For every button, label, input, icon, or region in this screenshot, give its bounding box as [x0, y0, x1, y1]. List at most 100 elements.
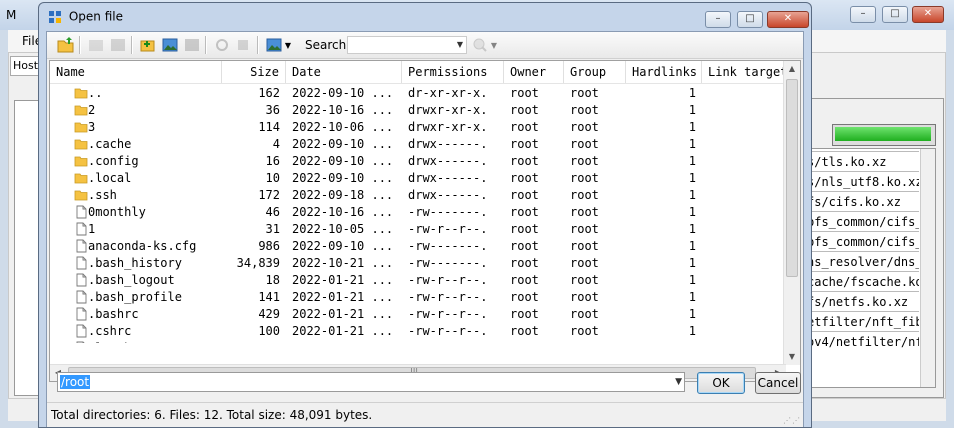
- status-bar: Total directories: 6. Files: 12. Total s…: [47, 402, 803, 427]
- cell-perms: drwx------.: [408, 154, 488, 168]
- minimize-button[interactable]: –: [705, 11, 731, 28]
- table-row[interactable]: 3 114 2022-10-06 ... drwxr-xr-x. root root 1: [50, 119, 790, 136]
- resize-grip-icon[interactable]: ⋰⋰: [783, 416, 801, 425]
- cell-name: ..: [88, 86, 103, 100]
- cell-perms: -rw-------.: [408, 205, 488, 219]
- vertical-scrollbar[interactable]: ▲ ▼: [783, 61, 800, 365]
- background-list-item[interactable]: ns_resolver/dns_: [807, 251, 919, 272]
- folder-icon: [74, 105, 88, 116]
- path-combobox[interactable]: /root ▼: [57, 372, 685, 392]
- path-dropdown-icon[interactable]: ▼: [675, 375, 682, 389]
- scroll-down-icon[interactable]: ▼: [784, 349, 800, 365]
- file-rows: .. 162 2022-09-10 ... dr-xr-xr-x. root root 1 2…: [50, 85, 790, 343]
- file-icon: [76, 205, 87, 219]
- search-options-icon[interactable]: ▼: [489, 36, 499, 54]
- background-list-scrollbar[interactable]: [920, 149, 935, 387]
- background-list-item[interactable]: fs/cifs.ko.xz: [807, 191, 919, 212]
- cell-name: .ssh: [88, 188, 117, 202]
- maximize-button[interactable]: □: [737, 11, 763, 28]
- cell-size: 36: [265, 103, 280, 117]
- table-row[interactable]: .ssh 172 2022-09-18 ... drwx------. root root…: [50, 187, 790, 204]
- column-date[interactable]: Date: [286, 61, 402, 83]
- cell-perms: -rw-r--r--.: [408, 222, 488, 236]
- cell-owner: root: [510, 137, 539, 151]
- table-row[interactable]: .config 16 2022-09-10 ... drwx------. root ro…: [50, 153, 790, 170]
- cell-links: 1: [688, 137, 696, 151]
- table-row[interactable]: .. 162 2022-09-10 ... dr-xr-xr-x. root root 1: [50, 85, 790, 102]
- background-list-item[interactable]: ov4/netfilter/nf: [807, 331, 919, 352]
- table-row[interactable]: 1 31 2022-10-05 ... -rw-r--r--. root root 1: [50, 221, 790, 238]
- cell-links: 1: [688, 205, 696, 219]
- cell-group: root: [570, 256, 599, 270]
- bg-minimize-button[interactable]: –: [850, 6, 876, 23]
- copy-icon[interactable]: [235, 36, 253, 54]
- background-list-item[interactable]: bfs_common/cifs_: [807, 231, 919, 252]
- cell-owner: root: [510, 324, 539, 338]
- search-label: Search:: [305, 38, 351, 52]
- table-row[interactable]: .bash_logout 18 2022-01-21 ... -rw-r--r--. r…: [50, 272, 790, 289]
- cell-date: 2022-09-18 ...: [292, 188, 394, 202]
- new-folder-icon[interactable]: [87, 36, 105, 54]
- background-list-item[interactable]: etfilter/nft_fib: [807, 311, 919, 332]
- table-row[interactable]: .bash_profile 141 2022-01-21 ... -rw-r--r--…: [50, 289, 790, 306]
- column-group[interactable]: Group: [564, 61, 626, 83]
- table-row[interactable]: 0monthly 46 2022-10-16 ... -rw-------. root r…: [50, 204, 790, 221]
- cell-size: 114: [258, 120, 280, 134]
- close-button[interactable]: ✕: [767, 11, 809, 28]
- background-list-item[interactable]: bfs_common/cifs_: [807, 211, 919, 232]
- background-file-list[interactable]: s/tls.ko.xz s/nls_utf8.ko.xz fs/cifs.ko.xz…: [806, 148, 936, 388]
- thumbnail-icon[interactable]: [183, 36, 201, 54]
- status-text: Total directories: 6. Files: 12. Total s…: [51, 408, 373, 422]
- table-row[interactable]: .cache 4 2022-09-10 ... drwx------. root root…: [50, 136, 790, 153]
- background-list-item[interactable]: s/nls_utf8.ko.xz: [807, 171, 919, 192]
- table-row[interactable]: .lesshst 550 2022-10-21 ... -rw-------. root…: [50, 340, 790, 343]
- path-value[interactable]: /root: [60, 375, 91, 389]
- cell-name: .bash_logout: [88, 273, 175, 287]
- toolbar-separator: [257, 36, 259, 54]
- cell-size: 550: [222, 340, 280, 343]
- column-permissions[interactable]: Permissions: [402, 61, 504, 83]
- table-row[interactable]: anaconda-ks.cfg 986 2022-09-10 ... -rw-----…: [50, 238, 790, 255]
- cell-owner: root: [510, 171, 539, 185]
- column-owner[interactable]: Owner: [504, 61, 564, 83]
- column-hardlinks[interactable]: Hardlinks: [626, 61, 702, 83]
- ok-button[interactable]: OK: [697, 372, 745, 394]
- refresh-icon[interactable]: [213, 36, 231, 54]
- column-name[interactable]: Name: [50, 61, 222, 83]
- background-list-item[interactable]: cache/fscache.ko: [807, 271, 919, 292]
- cell-owner: root: [510, 188, 539, 202]
- column-link-target[interactable]: Link target: [702, 61, 790, 83]
- view-mode-icon[interactable]: [265, 36, 283, 54]
- table-row[interactable]: .bashrc 429 2022-01-21 ... -rw-r--r--. root r…: [50, 306, 790, 323]
- properties-icon[interactable]: [109, 36, 127, 54]
- folder-icon: [74, 156, 88, 167]
- table-row[interactable]: .bash_history 34,839 2022-10-21 ... -rw----…: [50, 255, 790, 272]
- table-row[interactable]: 2 36 2022-10-16 ... drwxr-xr-x. root root 1: [50, 102, 790, 119]
- cell-links: 1: [688, 154, 696, 168]
- up-folder-icon[interactable]: [57, 36, 75, 54]
- cell-name: .bashrc: [88, 307, 139, 321]
- file-list[interactable]: Name Size Date Permissions Owner Group H…: [49, 60, 801, 382]
- search-go-icon[interactable]: [471, 36, 489, 54]
- table-row[interactable]: .local 10 2022-09-10 ... drwx------. root roo…: [50, 170, 790, 187]
- column-size[interactable]: Size: [222, 61, 286, 83]
- scroll-up-icon[interactable]: ▲: [784, 61, 800, 77]
- bg-close-button[interactable]: ✕: [912, 6, 944, 23]
- image-view-icon[interactable]: [161, 36, 179, 54]
- search-dropdown-icon[interactable]: ▼: [453, 36, 467, 54]
- bg-maximize-button[interactable]: □: [882, 6, 908, 23]
- background-list-item[interactable]: fs/netfs.ko.xz: [807, 291, 919, 312]
- cell-perms: -rw-r--r--.: [408, 307, 488, 321]
- cancel-button[interactable]: Cancel: [755, 372, 801, 394]
- dialog-body: ▼ Search: ▼ ▼ Name Size Date Permissions…: [46, 31, 804, 427]
- file-icon: [76, 324, 87, 338]
- table-row[interactable]: .cshrc 100 2022-01-21 ... -rw-r--r--. root ro…: [50, 323, 790, 340]
- view-mode-dropdown-icon[interactable]: ▼: [283, 36, 293, 54]
- search-input[interactable]: [347, 36, 467, 54]
- vertical-scroll-thumb[interactable]: [786, 79, 798, 277]
- add-folder-icon[interactable]: [139, 36, 157, 54]
- background-list-item[interactable]: s/tls.ko.xz: [807, 151, 919, 172]
- cell-perms: -rw-r--r--.: [408, 290, 488, 304]
- cell-links: 1: [688, 273, 696, 287]
- cell-group: root: [570, 154, 599, 168]
